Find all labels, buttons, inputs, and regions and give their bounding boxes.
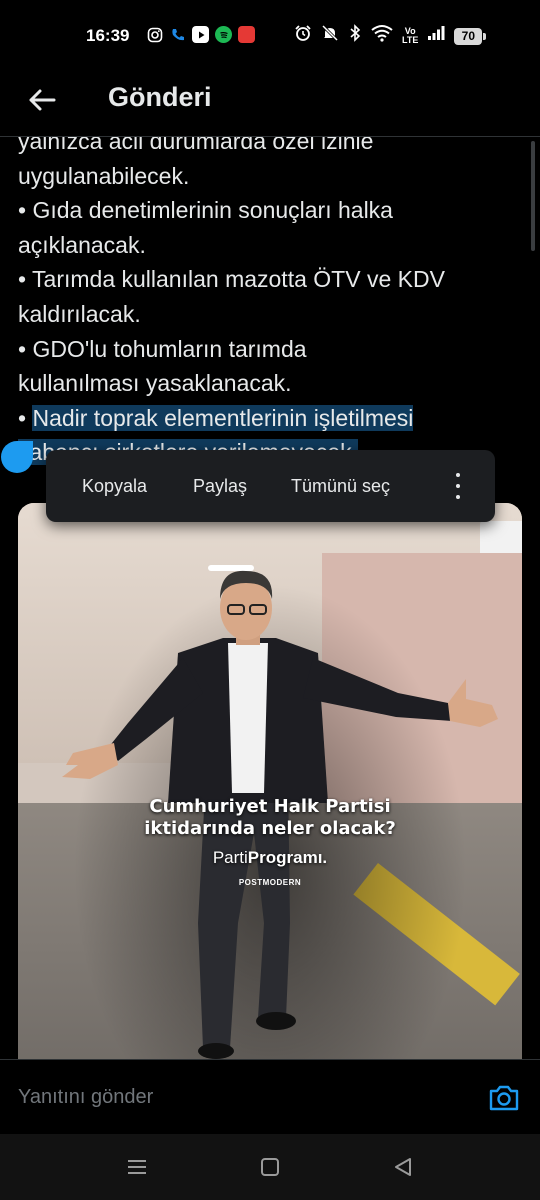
select-all-button[interactable]: Tümünü seç xyxy=(291,476,390,497)
mute-icon xyxy=(321,24,339,48)
menu-icon[interactable] xyxy=(124,1154,150,1180)
post-text-line: kullanılması yasaklanacak. xyxy=(18,370,292,397)
bluetooth-icon xyxy=(348,24,362,48)
notification-icons xyxy=(146,26,255,43)
post-content[interactable]: yalnızca acil durumlarda özel izinle uyg… xyxy=(0,137,540,1059)
status-time: 16:39 xyxy=(86,26,130,45)
image-caption-line: iktidarında neler olacak? xyxy=(144,818,396,839)
phone-icon xyxy=(169,26,186,43)
camera-icon[interactable] xyxy=(486,1080,522,1116)
scrollbar[interactable] xyxy=(531,141,535,251)
share-button[interactable]: Paylaş xyxy=(193,476,247,497)
brand-light: Parti xyxy=(212,848,248,867)
post-text-line: açıklanacak. xyxy=(18,231,146,258)
post-text-line: uygulanabilecek. xyxy=(18,162,190,189)
reply-input[interactable]: Yanıtını gönder xyxy=(18,1086,153,1109)
reply-bar: Yanıtını gönder xyxy=(0,1059,540,1134)
home-icon[interactable] xyxy=(257,1154,283,1180)
image-brand: PartiProgramı. xyxy=(18,848,522,868)
selection-start-handle[interactable] xyxy=(1,441,33,473)
post-image[interactable]: Cumhuriyet Halk Partisi iktidarında nele… xyxy=(18,503,522,1059)
brand-bold: Programı. xyxy=(247,848,328,867)
volte-indicator: Vo LTE xyxy=(402,26,419,45)
post-text-line: • Tarımda kullanılan mazotta ÖTV ve KDV xyxy=(18,266,445,293)
image-caption-line: Cumhuriyet Halk Partisi xyxy=(149,796,391,817)
spotify-icon xyxy=(215,26,232,43)
status-bar: 16:39 Vo LTE 70 xyxy=(0,0,540,70)
alarm-icon xyxy=(294,24,312,48)
battery-level: 70 xyxy=(461,29,476,43)
image-caption-title: Cumhuriyet Halk Partisi iktidarında nele… xyxy=(18,796,522,840)
page-title: Gönderi xyxy=(108,82,212,112)
post-text-line: • GDO'lu tohumların tarımda xyxy=(18,335,307,362)
back-triangle-icon[interactable] xyxy=(390,1154,416,1180)
system-nav-bar xyxy=(0,1134,540,1200)
image-small-label: POSTMODERN xyxy=(238,878,302,887)
header: Gönderi xyxy=(0,70,540,137)
instagram-icon xyxy=(146,26,163,43)
copy-button[interactable]: Kopyala xyxy=(82,476,147,497)
post-text[interactable]: yalnızca acil durumlarda özel izinle uyg… xyxy=(18,137,530,470)
battery-icon: 70 xyxy=(454,27,487,45)
back-button[interactable] xyxy=(22,80,62,120)
system-icons: Vo LTE 70 xyxy=(294,24,487,48)
signal-icon xyxy=(427,25,445,47)
selected-text[interactable]: Nadir toprak elementlerinin işletilmesi xyxy=(32,404,414,431)
text-selection-menu: Kopyala Paylaş Tümünü seç xyxy=(46,450,495,522)
person-figure xyxy=(62,570,498,1059)
arrow-left-icon xyxy=(29,89,56,111)
post-text-line: kaldırılacak. xyxy=(18,300,141,327)
more-options-icon[interactable] xyxy=(446,470,470,502)
app-icon xyxy=(238,26,255,43)
wifi-icon xyxy=(371,24,393,48)
post-text-line: • Nadir toprak elementlerinin işletilmes… xyxy=(18,401,530,436)
youtube-icon xyxy=(192,26,209,43)
post-text-line: • Gıda denetimlerinin sonuçları halka xyxy=(18,197,393,224)
post-text-line: yalnızca acil durumlarda özel izinle xyxy=(18,137,374,154)
bullet: • xyxy=(18,404,33,431)
